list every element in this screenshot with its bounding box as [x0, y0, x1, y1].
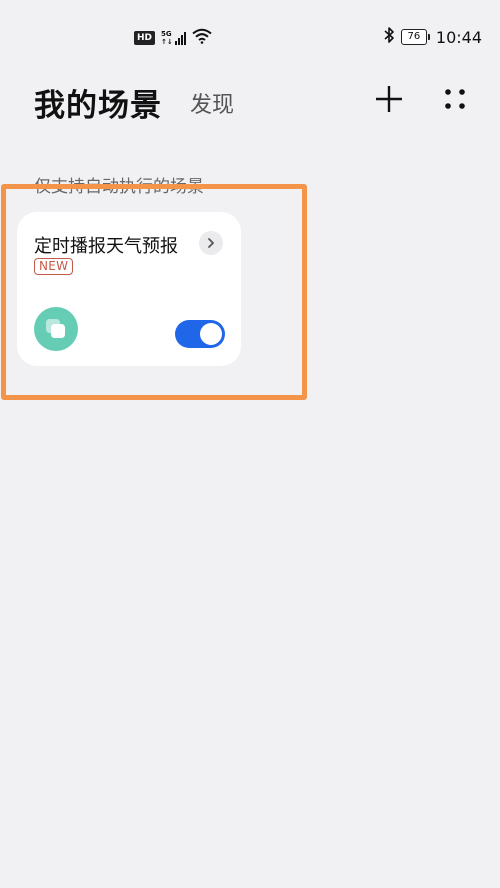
hd-icon: HD	[134, 31, 156, 45]
status-bar-right: 76 10:44	[383, 26, 482, 48]
page-title: 我的场景	[34, 88, 162, 124]
battery-icon: 76	[400, 29, 430, 45]
highlight-box	[1, 184, 307, 400]
wifi-icon	[192, 28, 212, 48]
bluetooth-icon	[383, 26, 395, 48]
plus-icon	[376, 86, 402, 112]
battery-level: 76	[400, 29, 427, 45]
clock: 10:44	[435, 27, 482, 47]
grid-dots-icon	[445, 89, 465, 109]
page-header: 我的场景 发现	[0, 74, 500, 130]
status-bar: HD 5G ↑↓ 76 10:44	[0, 0, 500, 74]
screen: HD 5G ↑↓ 76 10:44 我的场景 发现 仅支持自动执行的场景 定时播…	[0, 0, 500, 888]
signal-icon: 5G ↑↓	[161, 30, 186, 46]
more-menu-button[interactable]	[438, 82, 472, 116]
network-type-label: 5G	[161, 30, 172, 38]
status-bar-center: HD 5G ↑↓	[134, 28, 212, 48]
tab-discover[interactable]: 发现	[190, 87, 234, 119]
add-scene-button[interactable]	[372, 82, 406, 116]
